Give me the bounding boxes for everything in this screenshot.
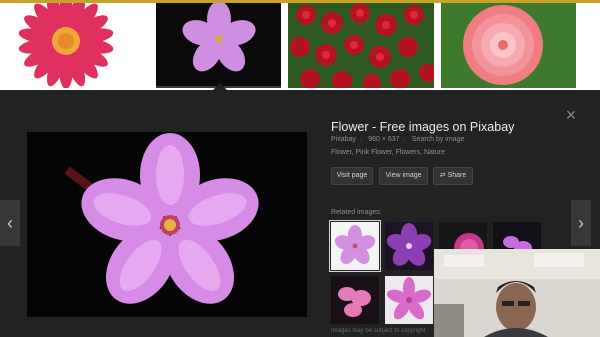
image-dimensions: 960 × 637 — [368, 136, 400, 143]
related-image-1[interactable] — [329, 220, 381, 272]
roses-image — [288, 3, 434, 88]
previous-arrow-icon[interactable]: ‹ — [0, 200, 20, 246]
related-purple-flower-image — [385, 222, 433, 270]
phlox-main-image — [27, 132, 307, 317]
related-pink-orchid-image — [331, 276, 379, 324]
gerbera-image — [0, 3, 152, 88]
phlox-thumb-image — [156, 3, 281, 88]
main-preview-image[interactable] — [27, 132, 307, 317]
related-pink-star-flower-image — [385, 276, 433, 324]
visit-page-button[interactable]: Visit page — [331, 167, 373, 185]
related-phlox-image — [331, 222, 379, 270]
meta-separator: · — [403, 136, 406, 143]
close-icon[interactable]: × — [561, 105, 581, 125]
share-icon: ⇄ — [439, 172, 446, 179]
share-button[interactable]: ⇄ Share — [433, 167, 473, 185]
presenter-video — [434, 249, 600, 337]
image-meta: Pixabay · 960 × 637 · Search by image — [331, 136, 468, 143]
next-arrow-icon[interactable]: › — [571, 200, 591, 246]
thumbnail-pink-gerbera[interactable] — [0, 3, 152, 88]
thumbnail-pink-dahlia[interactable] — [441, 3, 576, 88]
dahlia-image — [441, 3, 576, 88]
meta-separator: · — [359, 136, 363, 143]
copyright-note: Images may be subject to copyright. — [331, 328, 428, 334]
search-by-image-link[interactable]: Search by image — [412, 136, 465, 143]
image-tags: Flower, Pink Flower, Flowers, Nature — [331, 149, 445, 156]
related-image-5[interactable] — [331, 276, 379, 324]
thumbnail-red-roses[interactable] — [288, 3, 434, 88]
related-image-2[interactable] — [385, 222, 433, 270]
related-image-6[interactable] — [385, 276, 433, 324]
share-label: Share — [447, 172, 467, 179]
webcam-overlay — [434, 249, 600, 337]
source-site: Pixabay — [331, 136, 356, 143]
view-image-button[interactable]: View image — [379, 167, 428, 185]
thumbnail-pink-phlox[interactable] — [156, 3, 281, 88]
image-title-link[interactable]: Flower - Free images on Pixabay — [331, 120, 514, 134]
related-images-label: Related images: — [331, 209, 382, 216]
thumbnail-strip — [0, 0, 600, 91]
